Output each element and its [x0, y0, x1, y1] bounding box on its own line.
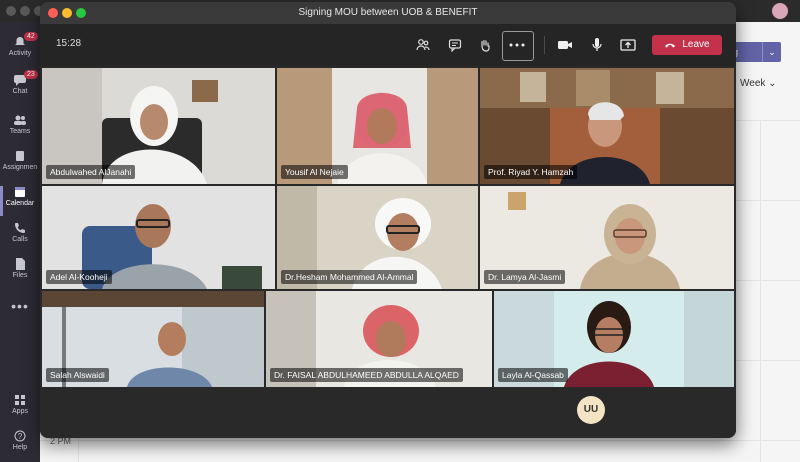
hang-up-icon	[665, 43, 676, 48]
participant-name: Adel Al-Kooheji	[46, 270, 112, 284]
rail-label: Teams	[9, 128, 31, 135]
more-apps-ellipsis-icon[interactable]: •••	[0, 298, 40, 314]
participant-tile[interactable]: Adel Al-Kooheji	[42, 186, 275, 289]
meeting-clock: 15:28	[56, 38, 82, 49]
rail-item-calendar[interactable]: Calendar	[0, 186, 40, 216]
chevron-down-icon: ⌄	[768, 78, 777, 89]
participant-tile[interactable]: Dr.Hesham Mohammed Al-Ammal	[277, 186, 478, 289]
rail-item-calls[interactable]: Calls	[0, 222, 40, 243]
leave-button[interactable]: Leave	[652, 35, 722, 55]
chat-badge: 23	[24, 70, 38, 79]
meeting-toolbar: 15:28 Leave	[40, 24, 736, 66]
camera-icon	[558, 41, 572, 49]
rail-label: Apps	[12, 408, 28, 415]
rail-label: Chat	[12, 88, 28, 95]
microphone-icon	[592, 38, 602, 51]
rail-item-activity[interactable]: 42 Activity	[0, 32, 40, 57]
share-screen-button[interactable]	[617, 34, 639, 56]
rail-item-teams[interactable]: Teams	[0, 114, 40, 135]
file-icon	[16, 258, 25, 270]
participant-name: Layla Al-Qassab	[498, 368, 568, 382]
share-icon	[620, 39, 636, 51]
participant-name: Abdulwahed AlJanahi	[46, 165, 136, 179]
participant-tile[interactable]: Dr. Lamya Al-Jasmi	[480, 186, 734, 289]
divider	[544, 36, 545, 54]
window-close-dot[interactable]	[6, 6, 16, 16]
teams-icon	[14, 115, 26, 125]
camera-button[interactable]	[554, 34, 576, 56]
more-ellipsis-icon	[506, 34, 528, 56]
meeting-titlebar: Signing MOU between UOB & BENEFIT	[40, 2, 736, 24]
participant-tile[interactable]: Yousif Al Nejaie	[277, 68, 478, 184]
rail-label: Files	[12, 272, 28, 279]
rail-label: Assignmen	[2, 164, 38, 171]
participant-name: Prof. Riyad Y. Hamzah	[484, 165, 578, 179]
divider	[760, 120, 761, 462]
participant-tile[interactable]: Prof. Riyad Y. Hamzah	[480, 68, 734, 184]
chat-bubble-icon	[448, 39, 462, 52]
people-icon	[416, 39, 430, 51]
activity-badge: 42	[24, 32, 38, 41]
rail-label: Calls	[12, 236, 28, 243]
meeting-footer	[40, 390, 736, 438]
assignments-icon	[16, 151, 24, 161]
participant-name: Dr. FAISAL ABDULHAMEED ABDULLA ALQAED	[270, 368, 463, 382]
rail-label: Calendar	[5, 200, 35, 207]
leave-label: Leave	[682, 39, 710, 50]
participant-tile[interactable]: Abdulwahed AlJanahi	[42, 68, 275, 184]
user-avatar[interactable]	[772, 3, 788, 19]
rail-item-assignments[interactable]: Assignmen	[0, 150, 40, 171]
chat-button[interactable]	[444, 34, 466, 56]
rail-label: Help	[12, 444, 28, 451]
divider	[40, 440, 800, 441]
calendar-view-select[interactable]: Week ⌄	[740, 78, 777, 89]
meeting-title: Signing MOU between UOB & BENEFIT	[298, 7, 478, 18]
participant-tile[interactable]: Salah Alswaidi	[42, 291, 264, 387]
calendar-icon	[15, 187, 25, 197]
self-avatar[interactable]: UU	[577, 396, 605, 424]
participants-button[interactable]	[412, 34, 434, 56]
participant-tile[interactable]: Dr. FAISAL ABDULHAMEED ABDULLA ALQAED	[266, 291, 492, 387]
rail-item-chat[interactable]: 23 Chat	[0, 70, 40, 95]
microphone-button[interactable]	[586, 34, 608, 56]
participant-name: Salah Alswaidi	[46, 368, 109, 382]
rail-item-help[interactable]: ? Help	[0, 430, 40, 451]
app-rail: 42 Activity 23 Chat Teams Assignmen Cale…	[0, 22, 40, 462]
hand-icon	[481, 39, 490, 52]
rail-item-files[interactable]: Files	[0, 258, 40, 279]
rail-item-apps[interactable]: Apps	[0, 394, 40, 415]
window-minimize-dot[interactable]	[20, 6, 30, 16]
phone-icon	[15, 223, 25, 233]
svg-text:?: ?	[18, 432, 23, 441]
participant-name: Yousif Al Nejaie	[281, 165, 348, 179]
raise-hand-button[interactable]	[474, 34, 496, 56]
participant-name: Dr. Lamya Al-Jasmi	[484, 270, 566, 284]
participant-name: Dr.Hesham Mohammed Al-Ammal	[281, 270, 418, 284]
rail-label: Activity	[8, 50, 32, 57]
meeting-window: Signing MOU between UOB & BENEFIT 15:28 …	[40, 2, 736, 438]
participant-tile[interactable]: Layla Al-Qassab	[494, 291, 734, 387]
help-icon: ?	[14, 430, 26, 442]
view-label: Week	[740, 78, 766, 89]
chevron-down-icon[interactable]: ⌄	[762, 42, 781, 62]
apps-icon	[15, 395, 25, 405]
